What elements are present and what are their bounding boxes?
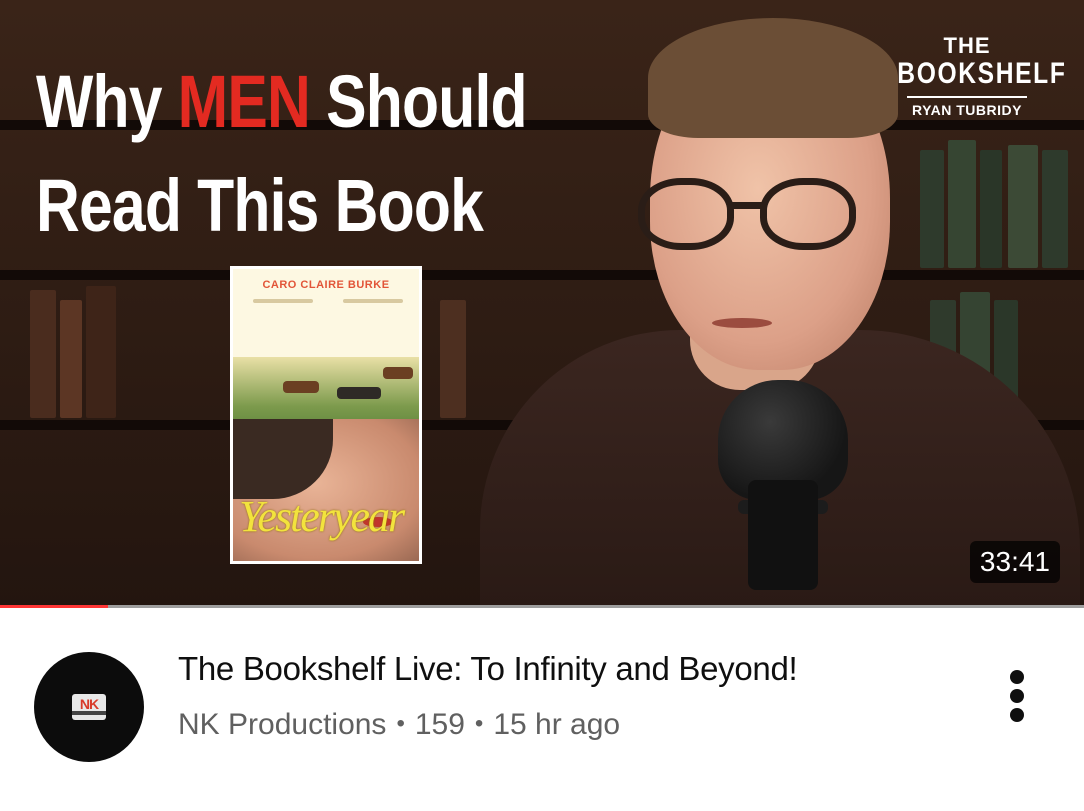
book-cover: CARO CLAIRE BURKE Yesteryear (230, 266, 422, 564)
view-count: 159 (414, 708, 465, 741)
video-duration-badge: 33:41 (969, 541, 1060, 583)
microphone (718, 380, 848, 590)
channel-avatar[interactable]: NK (34, 652, 144, 762)
book-title: Yesteryear (239, 492, 405, 541)
headline-accent: MEN (177, 60, 311, 143)
video-thumbnail[interactable]: Why MEN Should Read This Book THE BOOKSH… (0, 0, 1084, 608)
book-author: CARO CLAIRE BURKE (262, 279, 390, 291)
watch-progress-bar (0, 605, 1084, 608)
separator: • (396, 710, 405, 737)
video-metadata: NK Productions • 159 • 15 hr ago (178, 708, 620, 742)
channel-name[interactable]: NK Productions (178, 708, 386, 741)
separator: • (474, 710, 484, 737)
more-vert-icon[interactable] (1000, 668, 1036, 724)
nk-logo: NK (72, 694, 106, 720)
video-title[interactable]: The Bookshelf Live: To Infinity and Beyo… (178, 650, 798, 688)
watch-progress-fill (0, 605, 109, 608)
upload-age: 15 hr ago (493, 708, 621, 741)
glasses (638, 178, 878, 258)
